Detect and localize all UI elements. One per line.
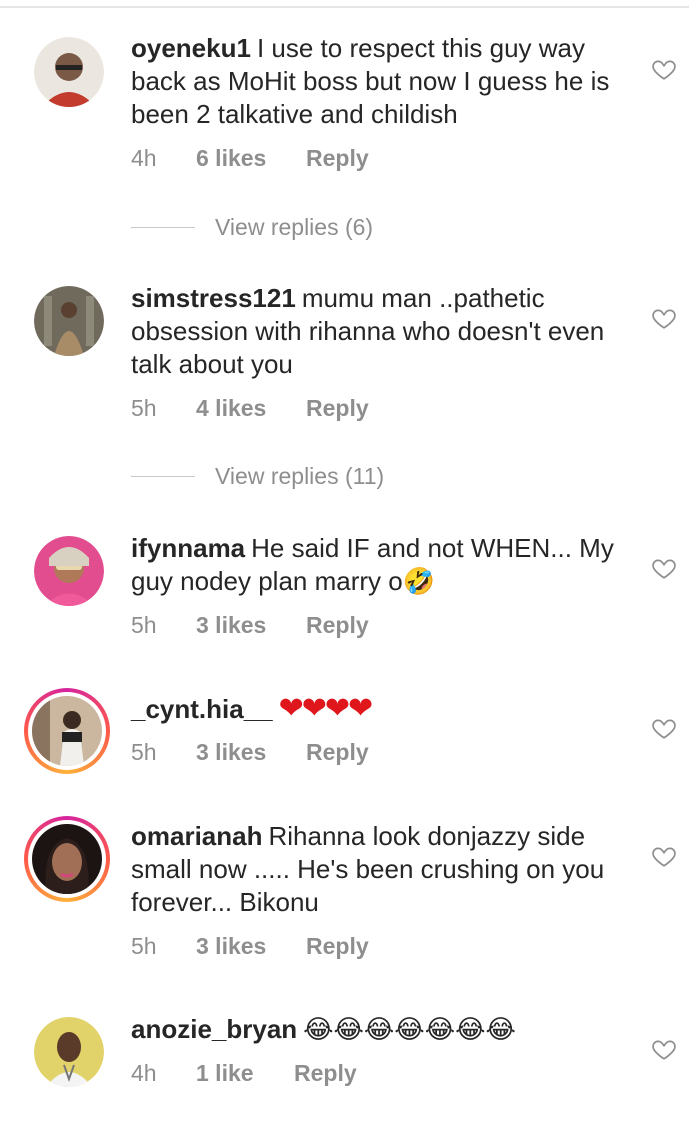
comment-text: omarianah Rihanna look donjazzy side smal… [131, 821, 605, 917]
comment-meta: 5h 3 likes Reply [131, 739, 369, 766]
view-replies-button[interactable]: View replies (6) [131, 214, 373, 241]
divider-line [131, 226, 195, 229]
avatar[interactable] [34, 37, 104, 107]
avatar-inner [28, 692, 106, 770]
timestamp: 5h [131, 612, 157, 638]
avatar [32, 696, 102, 766]
username[interactable]: oyeneku1 [131, 33, 251, 63]
timestamp: 4h [131, 1060, 157, 1086]
timestamp: 4h [131, 145, 157, 171]
heart-outline-icon[interactable] [651, 843, 677, 869]
likes-count[interactable]: 6 likes [196, 145, 306, 172]
heart-outline-icon[interactable] [651, 1036, 677, 1062]
reply-button[interactable]: Reply [306, 739, 369, 766]
comment-meta: 4h 6 likes Reply [131, 145, 369, 172]
comment-meta: 5h 3 likes Reply [131, 933, 369, 960]
comment-meta: 5h 4 likes Reply [131, 395, 369, 422]
username[interactable]: omarianah [131, 821, 263, 851]
view-replies-button[interactable]: View replies (11) [131, 463, 384, 490]
timestamp: 5h [131, 933, 157, 959]
avatar[interactable] [34, 1017, 104, 1087]
reply-button[interactable]: Reply [306, 395, 369, 422]
likes-count[interactable]: 1 like [196, 1060, 294, 1087]
timestamp: 5h [131, 739, 157, 765]
heart-outline-icon[interactable] [651, 715, 677, 741]
avatar[interactable] [34, 286, 104, 356]
top-divider [0, 6, 689, 8]
reply-button[interactable]: Reply [306, 933, 369, 960]
likes-count[interactable]: 3 likes [196, 739, 306, 766]
divider-line [131, 475, 195, 478]
heart-outline-icon[interactable] [651, 56, 677, 82]
avatar-with-story-ring[interactable] [24, 688, 110, 774]
username[interactable]: ifynnama [131, 533, 245, 563]
comment-text: _cynt.hia__ ❤❤❤❤ [131, 692, 373, 725]
avatar-inner [28, 820, 106, 898]
username[interactable]: anozie_bryan [131, 1014, 297, 1044]
reply-button[interactable]: Reply [294, 1060, 357, 1087]
likes-count[interactable]: 3 likes [196, 612, 306, 639]
likes-count[interactable]: 4 likes [196, 395, 306, 422]
likes-count[interactable]: 3 likes [196, 933, 306, 960]
heart-outline-icon[interactable] [651, 555, 677, 581]
comment-text: ifynnama He said IF and not WHEN... My gu… [131, 533, 614, 596]
avatar [32, 824, 102, 894]
comment-text: simstress121 mumu man ..pathetic obsessio… [131, 283, 605, 379]
heart-outline-icon[interactable] [651, 305, 677, 331]
username[interactable]: simstress121 [131, 283, 296, 313]
comment-text: anozie_bryan 😂😂😂😂😂😂😂 [131, 1014, 516, 1044]
timestamp: 5h [131, 395, 157, 421]
reply-button[interactable]: Reply [306, 145, 369, 172]
avatar[interactable] [34, 536, 104, 606]
username[interactable]: _cynt.hia__ [131, 694, 273, 724]
comment-meta: 4h 1 like Reply [131, 1060, 357, 1087]
avatar-with-story-ring[interactable] [24, 816, 110, 902]
comment-meta: 5h 3 likes Reply [131, 612, 369, 639]
reply-button[interactable]: Reply [306, 612, 369, 639]
comment-text: oyeneku1 I use to respect this guy way ba… [131, 33, 610, 129]
